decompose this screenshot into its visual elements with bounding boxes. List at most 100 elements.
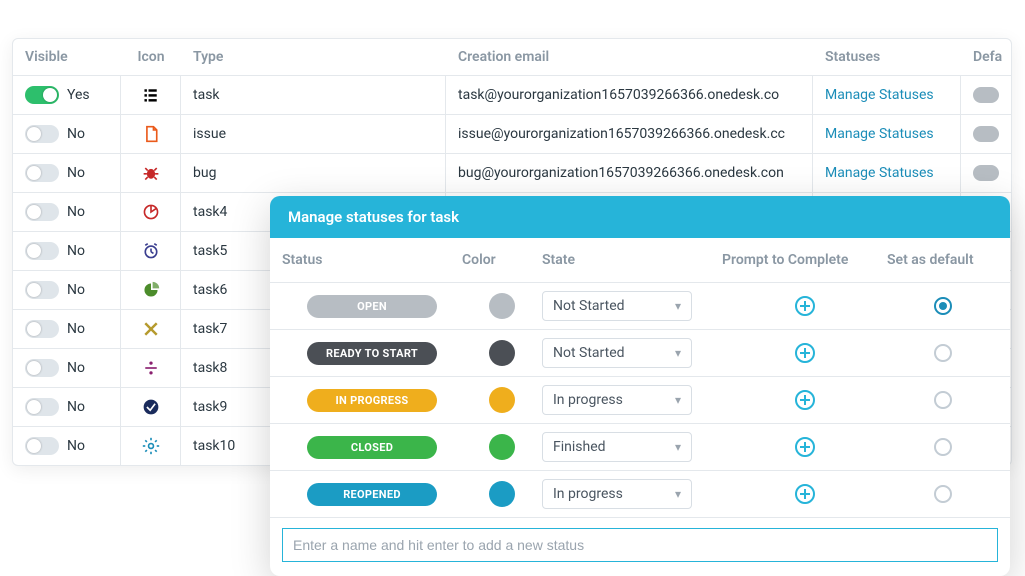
state-value: In progress bbox=[553, 486, 623, 502]
alarm-icon bbox=[142, 242, 160, 260]
new-status-input[interactable] bbox=[282, 528, 998, 562]
mcol-color: Color bbox=[462, 252, 542, 268]
visible-toggle[interactable] bbox=[25, 242, 59, 260]
default-radio[interactable] bbox=[934, 391, 952, 409]
state-value: In progress bbox=[553, 392, 623, 408]
status-badge[interactable]: IN PROGRESS bbox=[307, 389, 437, 412]
bug-icon bbox=[142, 164, 160, 182]
file-icon bbox=[142, 125, 160, 143]
state-value: Not Started bbox=[553, 345, 625, 361]
add-prompt-button[interactable] bbox=[795, 437, 815, 457]
color-swatch[interactable] bbox=[489, 340, 515, 366]
visible-toggle[interactable] bbox=[25, 320, 59, 338]
state-value: Not Started bbox=[553, 298, 625, 314]
status-row: READY TO START Not Started ▾ bbox=[270, 330, 1010, 377]
state-select[interactable]: Not Started ▾ bbox=[542, 338, 692, 368]
status-row: CLOSED Finished▾ bbox=[270, 424, 1010, 471]
default-radio[interactable] bbox=[934, 438, 952, 456]
table-row: Yes tasktask@yourorganization165703926636… bbox=[13, 76, 1011, 115]
col-statuses: Statuses bbox=[813, 39, 961, 75]
type-cell: task bbox=[181, 76, 446, 114]
email-cell: bug@yourorganization1657039266366.onedes… bbox=[446, 154, 813, 192]
target-icon bbox=[142, 203, 160, 221]
mcol-status: Status bbox=[282, 252, 462, 268]
type-cell: bug bbox=[181, 154, 446, 192]
visible-label: No bbox=[67, 282, 85, 298]
chevron-down-icon: ▾ bbox=[675, 346, 681, 360]
state-select[interactable]: Finished▾ bbox=[542, 432, 692, 462]
mcol-default: Set as default bbox=[887, 252, 998, 268]
add-prompt-button[interactable] bbox=[795, 343, 815, 363]
add-prompt-button[interactable] bbox=[795, 390, 815, 410]
chevron-down-icon: ▾ bbox=[675, 393, 681, 407]
add-prompt-button[interactable] bbox=[795, 296, 815, 316]
default-radio[interactable] bbox=[934, 344, 952, 362]
default-radio[interactable] bbox=[934, 297, 952, 315]
email-cell: issue@yourorganization1657039266366.oned… bbox=[446, 115, 813, 153]
visible-toggle[interactable] bbox=[25, 164, 59, 182]
list-icon bbox=[142, 86, 160, 104]
default-radio[interactable] bbox=[934, 485, 952, 503]
table-row: No issueissue@yourorganization16570392663… bbox=[13, 115, 1011, 154]
col-visible: Visible bbox=[13, 39, 121, 75]
default-pill[interactable] bbox=[973, 165, 999, 181]
default-pill[interactable] bbox=[973, 126, 999, 142]
check-circle-icon bbox=[142, 398, 160, 416]
col-icon: Icon bbox=[121, 39, 181, 75]
status-row: OPEN Not Started ▾ bbox=[270, 283, 1010, 330]
visible-toggle[interactable] bbox=[25, 125, 59, 143]
status-badge[interactable]: OPEN bbox=[307, 295, 437, 318]
visible-label: No bbox=[67, 360, 85, 376]
manage-statuses-link[interactable]: Manage Statuses bbox=[825, 126, 934, 142]
status-badge[interactable]: READY TO START bbox=[307, 342, 437, 365]
mcol-state: State bbox=[542, 252, 722, 268]
color-swatch[interactable] bbox=[489, 434, 515, 460]
status-row: REOPENED In progress ▾ bbox=[270, 471, 1010, 518]
default-pill[interactable] bbox=[973, 87, 999, 103]
visible-toggle[interactable] bbox=[25, 437, 59, 455]
visible-label: No bbox=[67, 243, 85, 259]
status-badge[interactable]: CLOSED bbox=[307, 436, 437, 459]
visible-label: No bbox=[67, 321, 85, 337]
state-select[interactable]: In progress ▾ bbox=[542, 385, 692, 415]
status-row: IN PROGRESS In progress ▾ bbox=[270, 377, 1010, 424]
types-table-header: Visible Icon Type Creation email Statuse… bbox=[13, 39, 1011, 76]
visible-toggle[interactable] bbox=[25, 203, 59, 221]
email-cell: task@yourorganization1657039266366.onede… bbox=[446, 76, 813, 114]
visible-toggle[interactable] bbox=[25, 359, 59, 377]
chevron-down-icon: ▾ bbox=[675, 487, 681, 501]
add-prompt-button[interactable] bbox=[795, 484, 815, 504]
visible-toggle[interactable] bbox=[25, 281, 59, 299]
x-icon bbox=[142, 320, 160, 338]
visible-label: No bbox=[67, 204, 85, 220]
manage-statuses-modal: Manage statuses for task Status Color St… bbox=[270, 196, 1010, 576]
chevron-down-icon: ▾ bbox=[675, 299, 681, 313]
color-swatch[interactable] bbox=[489, 481, 515, 507]
modal-title: Manage statuses for task bbox=[270, 196, 1010, 238]
visible-label: Yes bbox=[67, 87, 90, 103]
visible-label: No bbox=[67, 399, 85, 415]
visible-label: No bbox=[67, 126, 85, 142]
visible-toggle[interactable] bbox=[25, 86, 59, 104]
manage-statuses-link[interactable]: Manage Statuses bbox=[825, 165, 934, 181]
state-select[interactable]: In progress ▾ bbox=[542, 479, 692, 509]
color-swatch[interactable] bbox=[489, 387, 515, 413]
col-type: Type bbox=[181, 39, 446, 75]
divide-icon bbox=[142, 359, 160, 377]
modal-header-row: Status Color State Prompt to Complete Se… bbox=[270, 238, 1010, 283]
type-cell: issue bbox=[181, 115, 446, 153]
col-default: Defa bbox=[961, 39, 1011, 75]
visible-toggle[interactable] bbox=[25, 398, 59, 416]
manage-statuses-link[interactable]: Manage Statuses bbox=[825, 87, 934, 103]
visible-label: No bbox=[67, 438, 85, 454]
color-swatch[interactable] bbox=[489, 293, 515, 319]
mcol-prompt: Prompt to Complete bbox=[722, 252, 887, 268]
table-row: No bugbug@yourorganization1657039266366.o… bbox=[13, 154, 1011, 193]
status-badge[interactable]: REOPENED bbox=[307, 483, 437, 506]
pie-icon bbox=[142, 281, 160, 299]
chevron-down-icon: ▾ bbox=[675, 440, 681, 454]
col-email: Creation email bbox=[446, 39, 813, 75]
visible-label: No bbox=[67, 165, 85, 181]
gear-icon bbox=[142, 437, 160, 455]
state-select[interactable]: Not Started ▾ bbox=[542, 291, 692, 321]
